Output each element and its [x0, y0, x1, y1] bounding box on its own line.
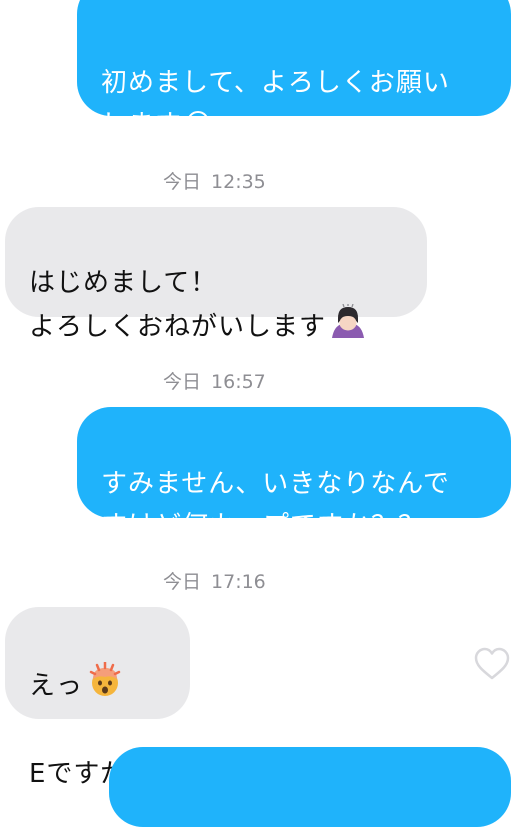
- timestamp-day: 今日: [163, 571, 202, 593]
- incoming-message-bubble[interactable]: えっ Eですが。: [5, 607, 190, 789]
- smiling-face-icon: [186, 105, 210, 147]
- message-text: 初めまして、よろしくお願い します: [101, 68, 450, 140]
- message-text: えっ: [29, 671, 84, 701]
- person-bowing-icon: [330, 303, 366, 351]
- outgoing-message-bubble[interactable]: [109, 747, 511, 827]
- outgoing-message-bubble[interactable]: すみません、いきなりなんで すけど何カップですか？？: [77, 407, 511, 541]
- timestamp: 今日 16:57: [163, 367, 266, 394]
- timestamp: 今日 17:16: [163, 567, 266, 594]
- timestamp-time: 12:35: [211, 171, 266, 193]
- exploding-head-icon: [87, 660, 123, 711]
- message-line: えっ: [29, 660, 190, 711]
- outgoing-message-bubble[interactable]: 初めまして、よろしくお願い します: [77, 0, 511, 140]
- timestamp-day: 今日: [163, 371, 202, 393]
- timestamp: 今日 12:35: [163, 167, 266, 194]
- incoming-message-bubble[interactable]: はじめまして！ よろしくおねがいします: [5, 207, 427, 342]
- message-text: はじめまして！ よろしくおねがいします: [29, 268, 327, 342]
- timestamp-time: 16:57: [211, 371, 266, 393]
- heart-icon[interactable]: [474, 647, 510, 681]
- timestamp-day: 今日: [163, 171, 202, 193]
- timestamp-time: 17:16: [211, 571, 266, 593]
- message-text: すみません、いきなりなんで すけど何カップですか？？: [101, 469, 450, 541]
